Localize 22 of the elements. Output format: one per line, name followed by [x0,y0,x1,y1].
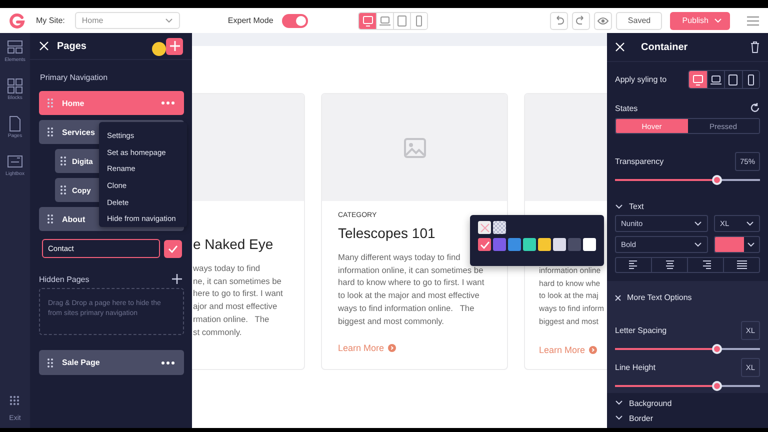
section-label: Text [629,202,644,211]
card-title: Telescopes 101 [338,225,436,241]
field-label: Transparency [615,157,664,166]
page-item[interactable]: Sale Page [39,350,184,375]
card-text: Many different ways today to find information online, it can sometimes be hard to know where to go to first. I want to look at the major and most effective ways to find information online. The biggest and most commonly. [338,251,484,328]
field-label: States [615,104,638,112]
section-label: Border [629,414,654,422]
section-label: Primary Navigation [40,73,109,82]
field-label: Line Height [615,363,656,372]
card-title: e Naked Eye [193,236,274,252]
expert-mode-label: Expert Mode [228,16,274,25]
card-text: ways today to find ne, it can sometimes be here to go to first. I want ajor and most effective rmation online. The st commonly. [193,262,283,338]
section-label: Background [629,398,672,408]
site-dropdown[interactable]: Home [74,12,180,29]
site-label: My Site: [36,16,65,25]
panel-title: Pages [57,40,86,52]
field-label: Apply syling to [615,75,667,84]
section-label: Hidden Pages [39,274,90,284]
panel-title: Container [641,42,688,52]
section-label: More Text Options [627,293,692,302]
saved-button[interactable]: Saved [616,12,662,30]
field-label: Letter Spacing [615,326,667,335]
